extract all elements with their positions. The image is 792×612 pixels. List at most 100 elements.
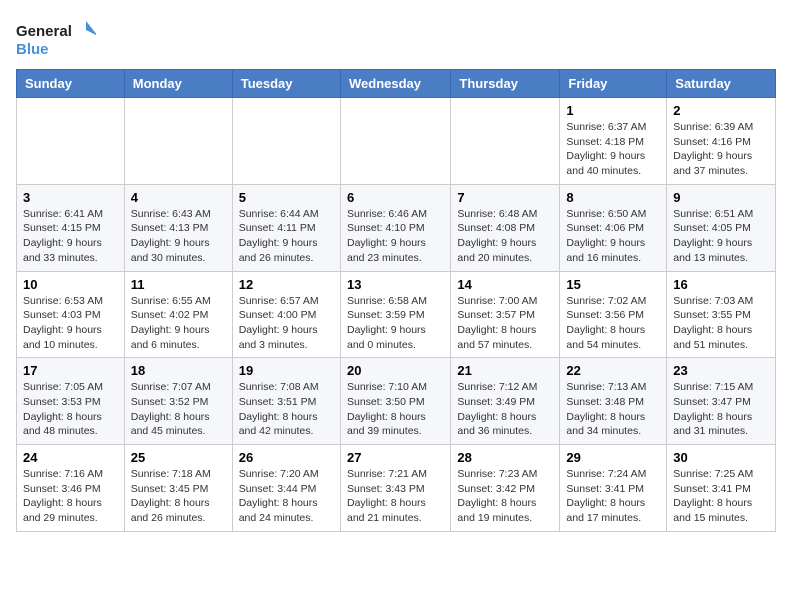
calendar-cell — [451, 98, 560, 185]
day-number: 10 — [23, 277, 118, 292]
logo: General Blue — [16, 16, 96, 61]
day-number: 15 — [566, 277, 660, 292]
calendar-cell — [17, 98, 125, 185]
day-info: Sunrise: 6:46 AM Sunset: 4:10 PM Dayligh… — [347, 207, 444, 266]
day-number: 13 — [347, 277, 444, 292]
calendar-cell: 25 Sunrise: 7:18 AM Sunset: 3:45 PM Dayli… — [124, 445, 232, 532]
day-number: 24 — [23, 450, 118, 465]
day-info: Sunrise: 7:18 AM Sunset: 3:45 PM Dayligh… — [131, 467, 226, 526]
day-info: Sunrise: 6:51 AM Sunset: 4:05 PM Dayligh… — [673, 207, 769, 266]
day-number: 16 — [673, 277, 769, 292]
day-number: 4 — [131, 190, 226, 205]
day-info: Sunrise: 7:15 AM Sunset: 3:47 PM Dayligh… — [673, 380, 769, 439]
calendar-cell: 15 Sunrise: 7:02 AM Sunset: 3:56 PM Dayli… — [560, 271, 667, 358]
column-header-friday: Friday — [560, 70, 667, 98]
day-number: 11 — [131, 277, 226, 292]
day-number: 6 — [347, 190, 444, 205]
calendar-week-row: 17Sunrise: 7:05 AM Sunset: 3:53 PM Dayli… — [17, 358, 776, 445]
day-info: Sunrise: 7:12 AM Sunset: 3:49 PM Dayligh… — [457, 380, 553, 439]
calendar-cell: 8 Sunrise: 6:50 AM Sunset: 4:06 PM Daylig… — [560, 184, 667, 271]
calendar-cell: 10 Sunrise: 6:53 AM Sunset: 4:03 PM Dayli… — [17, 271, 125, 358]
svg-text:General: General — [16, 23, 72, 40]
calendar-cell — [232, 98, 340, 185]
day-number: 19 — [239, 363, 334, 378]
day-number: 30 — [673, 450, 769, 465]
calendar-cell: 7 Sunrise: 6:48 AM Sunset: 4:08 PM Daylig… — [451, 184, 560, 271]
day-number: 29 — [566, 450, 660, 465]
calendar-cell: 13 Sunrise: 6:58 AM Sunset: 3:59 PM Dayli… — [340, 271, 450, 358]
day-info: Sunrise: 7:02 AM Sunset: 3:56 PM Dayligh… — [566, 294, 660, 353]
day-number: 23 — [673, 363, 769, 378]
column-header-thursday: Thursday — [451, 70, 560, 98]
calendar-cell: 1Sunrise: 6:37 AM Sunset: 4:18 PM Daylig… — [560, 98, 667, 185]
day-info: Sunrise: 7:05 AM Sunset: 3:53 PM Dayligh… — [23, 380, 118, 439]
calendar-cell: 3 Sunrise: 6:41 AM Sunset: 4:15 PM Daylig… — [17, 184, 125, 271]
calendar-week-row: 1Sunrise: 6:37 AM Sunset: 4:18 PM Daylig… — [17, 98, 776, 185]
day-info: Sunrise: 7:00 AM Sunset: 3:57 PM Dayligh… — [457, 294, 553, 353]
calendar-cell: 2 Sunrise: 6:39 AM Sunset: 4:16 PM Daylig… — [667, 98, 776, 185]
day-info: Sunrise: 6:41 AM Sunset: 4:15 PM Dayligh… — [23, 207, 118, 266]
calendar-cell: 9 Sunrise: 6:51 AM Sunset: 4:05 PM Daylig… — [667, 184, 776, 271]
calendar-cell: 19 Sunrise: 7:08 AM Sunset: 3:51 PM Dayli… — [232, 358, 340, 445]
day-number: 8 — [566, 190, 660, 205]
day-info: Sunrise: 6:58 AM Sunset: 3:59 PM Dayligh… — [347, 294, 444, 353]
page-header: General Blue — [16, 16, 776, 61]
calendar-week-row: 10 Sunrise: 6:53 AM Sunset: 4:03 PM Dayli… — [17, 271, 776, 358]
day-info: Sunrise: 7:25 AM Sunset: 3:41 PM Dayligh… — [673, 467, 769, 526]
column-header-sunday: Sunday — [17, 70, 125, 98]
calendar-cell: 11 Sunrise: 6:55 AM Sunset: 4:02 PM Dayli… — [124, 271, 232, 358]
day-number: 7 — [457, 190, 553, 205]
day-number: 21 — [457, 363, 553, 378]
day-number: 18 — [131, 363, 226, 378]
calendar-cell: 5 Sunrise: 6:44 AM Sunset: 4:11 PM Daylig… — [232, 184, 340, 271]
calendar-cell — [340, 98, 450, 185]
day-info: Sunrise: 6:50 AM Sunset: 4:06 PM Dayligh… — [566, 207, 660, 266]
day-info: Sunrise: 7:10 AM Sunset: 3:50 PM Dayligh… — [347, 380, 444, 439]
calendar-cell: 16 Sunrise: 7:03 AM Sunset: 3:55 PM Dayli… — [667, 271, 776, 358]
calendar-cell: 28 Sunrise: 7:23 AM Sunset: 3:42 PM Dayli… — [451, 445, 560, 532]
calendar-cell: 23 Sunrise: 7:15 AM Sunset: 3:47 PM Dayli… — [667, 358, 776, 445]
calendar-cell: 26 Sunrise: 7:20 AM Sunset: 3:44 PM Dayli… — [232, 445, 340, 532]
day-info: Sunrise: 6:48 AM Sunset: 4:08 PM Dayligh… — [457, 207, 553, 266]
calendar-week-row: 3 Sunrise: 6:41 AM Sunset: 4:15 PM Daylig… — [17, 184, 776, 271]
day-info: Sunrise: 7:03 AM Sunset: 3:55 PM Dayligh… — [673, 294, 769, 353]
column-header-saturday: Saturday — [667, 70, 776, 98]
day-info: Sunrise: 6:55 AM Sunset: 4:02 PM Dayligh… — [131, 294, 226, 353]
logo-svg: General Blue — [16, 16, 96, 61]
day-number: 1 — [566, 103, 660, 118]
day-number: 9 — [673, 190, 769, 205]
day-number: 2 — [673, 103, 769, 118]
calendar-week-row: 24Sunrise: 7:16 AM Sunset: 3:46 PM Dayli… — [17, 445, 776, 532]
day-number: 3 — [23, 190, 118, 205]
calendar-cell: 24Sunrise: 7:16 AM Sunset: 3:46 PM Dayli… — [17, 445, 125, 532]
day-number: 25 — [131, 450, 226, 465]
column-header-tuesday: Tuesday — [232, 70, 340, 98]
day-info: Sunrise: 6:43 AM Sunset: 4:13 PM Dayligh… — [131, 207, 226, 266]
day-info: Sunrise: 7:24 AM Sunset: 3:41 PM Dayligh… — [566, 467, 660, 526]
calendar-cell: 14 Sunrise: 7:00 AM Sunset: 3:57 PM Dayli… — [451, 271, 560, 358]
day-info: Sunrise: 7:20 AM Sunset: 3:44 PM Dayligh… — [239, 467, 334, 526]
calendar-cell: 12 Sunrise: 6:57 AM Sunset: 4:00 PM Dayli… — [232, 271, 340, 358]
day-number: 14 — [457, 277, 553, 292]
day-info: Sunrise: 7:08 AM Sunset: 3:51 PM Dayligh… — [239, 380, 334, 439]
calendar-cell: 29 Sunrise: 7:24 AM Sunset: 3:41 PM Dayli… — [560, 445, 667, 532]
column-header-wednesday: Wednesday — [340, 70, 450, 98]
day-info: Sunrise: 6:39 AM Sunset: 4:16 PM Dayligh… — [673, 120, 769, 179]
day-number: 28 — [457, 450, 553, 465]
calendar-cell: 20Sunrise: 7:10 AM Sunset: 3:50 PM Dayli… — [340, 358, 450, 445]
calendar-cell: 17Sunrise: 7:05 AM Sunset: 3:53 PM Dayli… — [17, 358, 125, 445]
day-number: 12 — [239, 277, 334, 292]
calendar-cell: 22Sunrise: 7:13 AM Sunset: 3:48 PM Dayli… — [560, 358, 667, 445]
day-info: Sunrise: 7:21 AM Sunset: 3:43 PM Dayligh… — [347, 467, 444, 526]
day-info: Sunrise: 6:53 AM Sunset: 4:03 PM Dayligh… — [23, 294, 118, 353]
day-info: Sunrise: 6:57 AM Sunset: 4:00 PM Dayligh… — [239, 294, 334, 353]
calendar-table: SundayMondayTuesdayWednesdayThursdayFrid… — [16, 69, 776, 532]
calendar-cell — [124, 98, 232, 185]
day-number: 22 — [566, 363, 660, 378]
svg-text:Blue: Blue — [16, 41, 49, 58]
calendar-cell: 4 Sunrise: 6:43 AM Sunset: 4:13 PM Daylig… — [124, 184, 232, 271]
day-number: 26 — [239, 450, 334, 465]
day-number: 5 — [239, 190, 334, 205]
day-info: Sunrise: 7:23 AM Sunset: 3:42 PM Dayligh… — [457, 467, 553, 526]
day-info: Sunrise: 6:44 AM Sunset: 4:11 PM Dayligh… — [239, 207, 334, 266]
